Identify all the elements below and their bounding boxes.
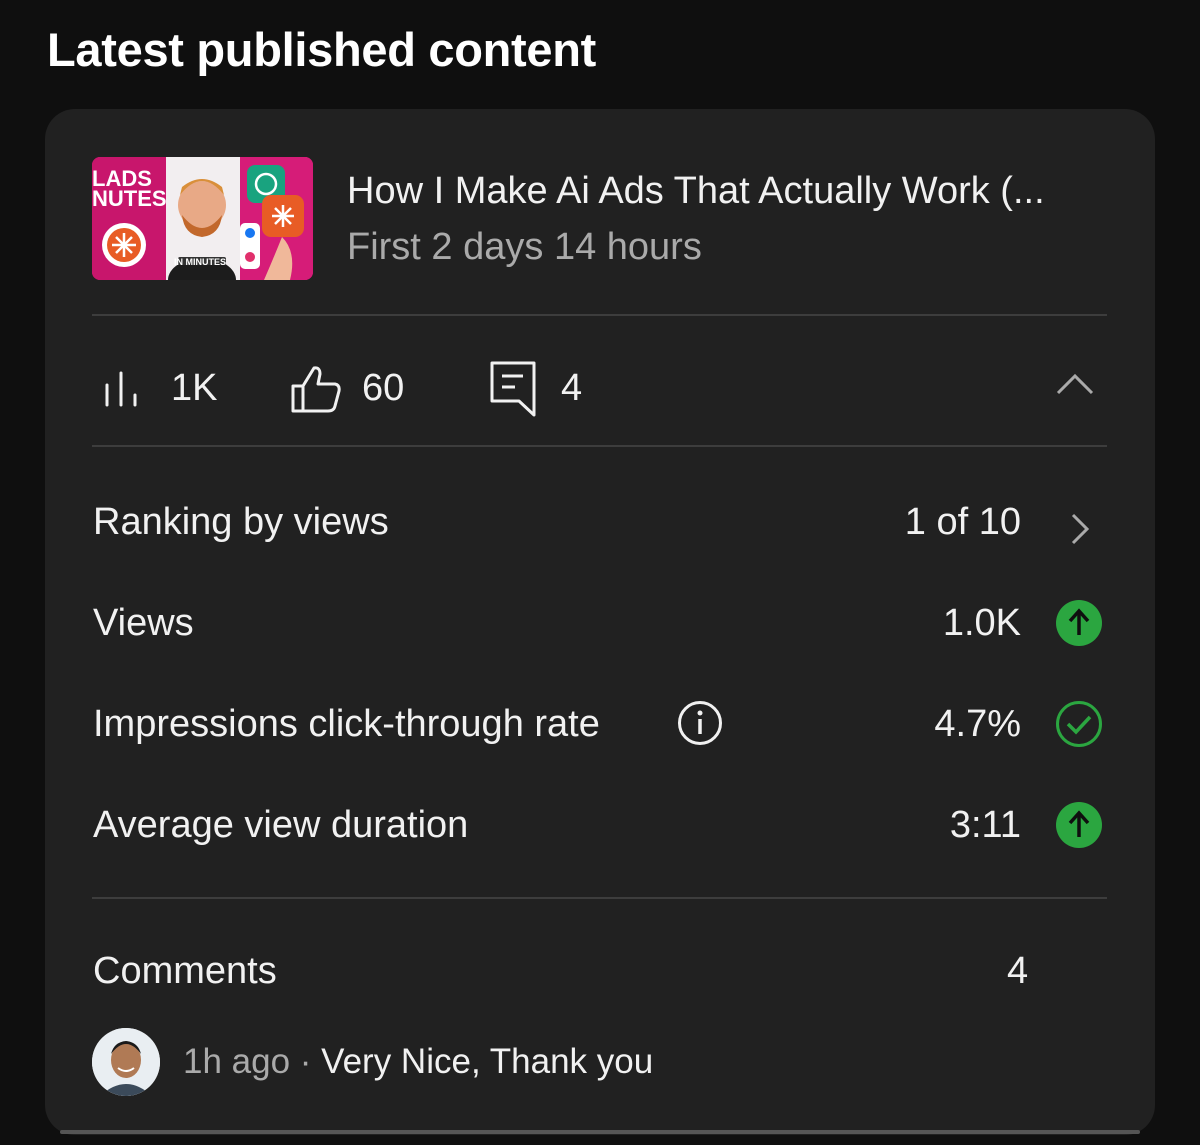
- metric-label: Ranking by views: [93, 501, 389, 543]
- likes-stat: 60: [290, 361, 404, 416]
- comment-body: Very Nice, Thank you: [321, 1042, 654, 1081]
- bar-chart-icon: [105, 371, 137, 406]
- video-subtitle: First 2 days 14 hours: [347, 226, 702, 268]
- thumbs-up-icon: [291, 365, 341, 412]
- metric-value: 3:11: [949, 804, 1021, 846]
- metric-value: 1.0K: [942, 602, 1021, 644]
- latest-content-card: LADS NUTES IN MINUTES How I Make Ai Ads …: [45, 109, 1155, 1135]
- comment-time: 1h ago: [183, 1042, 291, 1081]
- divider: [92, 897, 1107, 899]
- divider: [92, 314, 1107, 316]
- page-title: Latest published content: [47, 23, 596, 76]
- comments-label: Comments: [93, 950, 277, 992]
- arrow-up-icon: [1056, 802, 1102, 848]
- comments-count: 4: [561, 367, 583, 409]
- card-bottom-edge: [60, 1130, 1140, 1134]
- comments-stat: 4: [489, 361, 582, 416]
- views-count: 1K: [171, 367, 218, 409]
- metric-value: 1 of 10: [904, 501, 1021, 543]
- chevron-up-icon[interactable]: [1055, 371, 1095, 397]
- info-icon[interactable]: [677, 700, 723, 746]
- latest-comment[interactable]: 1h ago · Very Nice, Thank you: [183, 1042, 653, 1082]
- chevron-right-icon[interactable]: [1055, 505, 1103, 553]
- check-circle-icon: [1056, 701, 1102, 747]
- arrow-up-icon: [1056, 600, 1102, 646]
- views-stat: 1K: [103, 361, 217, 416]
- likes-count: 60: [362, 367, 405, 409]
- metric-label: Average view duration: [93, 804, 469, 846]
- comments-total: 4: [1007, 950, 1029, 992]
- video-thumbnail[interactable]: LADS NUTES IN MINUTES: [92, 157, 313, 280]
- video-title[interactable]: How I Make Ai Ads That Actually Work (..…: [347, 170, 1045, 213]
- thumbnail-badge: IN MINUTES: [174, 257, 227, 267]
- divider: [92, 445, 1107, 447]
- metric-label: Impressions click-through rate: [93, 703, 600, 745]
- metric-label: Views: [93, 602, 194, 644]
- thumbnail-text: LADS NUTES: [92, 166, 167, 211]
- avatar[interactable]: [92, 1028, 160, 1096]
- avatar-image: [92, 1028, 160, 1096]
- metric-value: 4.7%: [934, 703, 1021, 745]
- comment-separator: ·: [290, 1042, 322, 1081]
- comment-icon: [490, 361, 536, 416]
